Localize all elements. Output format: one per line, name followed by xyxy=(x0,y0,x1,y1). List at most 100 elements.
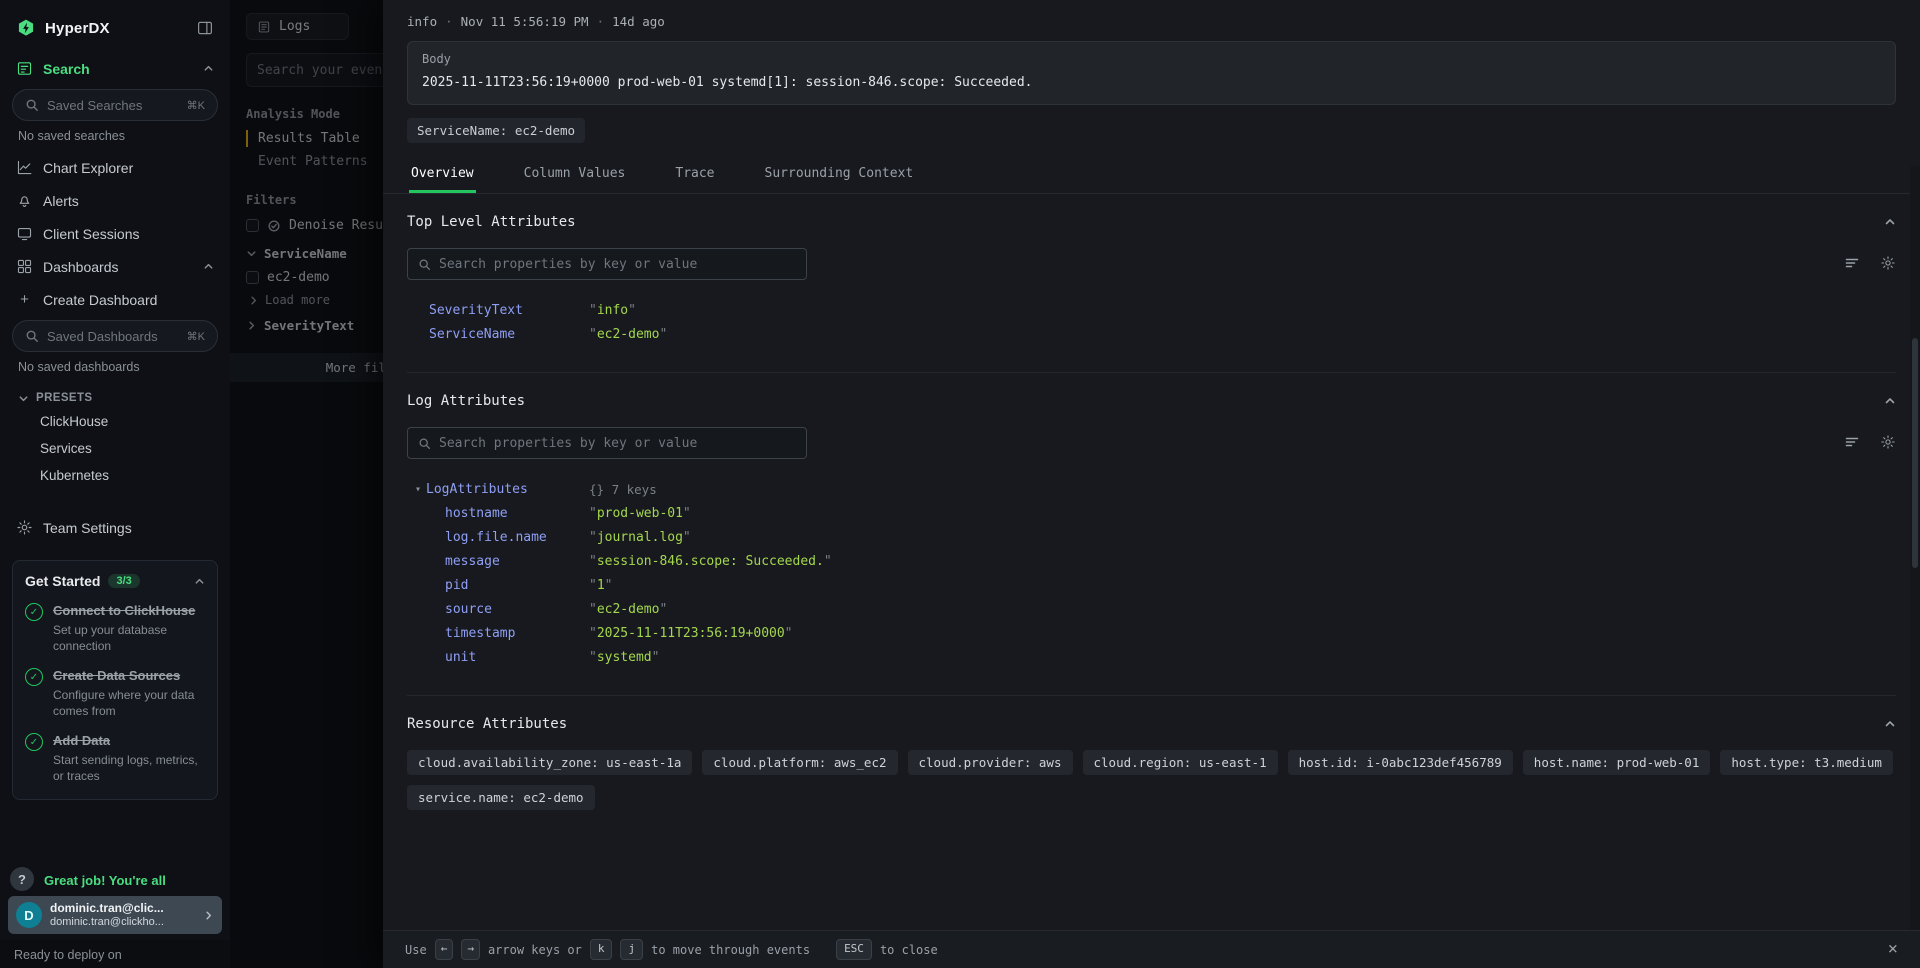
get-started-header[interactable]: Get Started 3/3 xyxy=(25,573,205,589)
property-search-placeholder: Search properties by key or value xyxy=(439,257,697,272)
attribute-key[interactable]: message xyxy=(407,554,589,569)
property-search-input[interactable]: Search properties by key or value xyxy=(407,427,807,459)
sidebar-item-alerts[interactable]: Alerts xyxy=(0,184,230,217)
search-icon xyxy=(418,437,431,450)
preset-item-services[interactable]: Services xyxy=(0,435,230,462)
sidebar-item-label: Team Settings xyxy=(43,520,132,536)
shortcut-badge: ⌘K xyxy=(187,99,205,112)
gear-icon[interactable] xyxy=(1880,255,1896,271)
attribute-value[interactable]: "session-846.scope: Succeeded." xyxy=(589,554,1896,569)
attribute-key[interactable]: SeverityText xyxy=(407,303,589,318)
service-name-chip[interactable]: ServiceName: ec2-demo xyxy=(407,118,585,143)
resource-chip[interactable]: service.name: ec2-demo xyxy=(407,785,595,810)
checkbox[interactable] xyxy=(246,271,259,284)
sidebar-item-client-sessions[interactable]: Client Sessions xyxy=(0,217,230,250)
drawer-footer: Use ← → arrow keys or k j to move throug… xyxy=(383,930,1920,968)
get-started-step-connect[interactable]: ✓ Connect to ClickHouse Set up your data… xyxy=(25,602,205,654)
tab-overview[interactable]: Overview xyxy=(409,155,476,193)
chevron-up-icon[interactable] xyxy=(1884,216,1896,228)
sidebar-item-label: Client Sessions xyxy=(43,226,140,242)
get-started-step-sources[interactable]: ✓ Create Data Sources Configure where yo… xyxy=(25,667,205,719)
event-body-text: 2025-11-11T23:56:19+0000 prod-web-01 sys… xyxy=(422,75,1881,90)
attribute-key[interactable]: unit xyxy=(407,650,589,665)
sidebar-item-chart-explorer[interactable]: Chart Explorer xyxy=(0,151,230,184)
attribute-value[interactable]: "systemd" xyxy=(589,650,1896,665)
monitor-icon xyxy=(16,225,33,242)
scrollbar-track[interactable] xyxy=(1910,166,1920,930)
gear-icon[interactable] xyxy=(1880,434,1896,450)
attribute-key[interactable]: log.file.name xyxy=(407,530,589,545)
tab-column-values[interactable]: Column Values xyxy=(522,155,628,193)
tab-trace[interactable]: Trace xyxy=(673,155,716,193)
checkbox[interactable] xyxy=(246,219,259,232)
attribute-value[interactable]: "2025-11-11T23:56:19+0000" xyxy=(589,626,1896,641)
attribute-value[interactable]: "info" xyxy=(589,303,1896,318)
sidebar: HyperDX Search Saved Searches ⌘K No save… xyxy=(0,0,230,968)
presets-section-header[interactable]: PRESETS xyxy=(0,382,230,408)
sidebar-item-search[interactable]: Search xyxy=(0,52,230,85)
sidebar-collapse-icon[interactable] xyxy=(196,19,214,37)
detail-sections: Top Level Attributes Search properties b… xyxy=(383,194,1920,836)
section-header[interactable]: Resource Attributes xyxy=(407,716,1896,732)
bell-icon xyxy=(16,192,33,209)
saved-searches-input[interactable]: Saved Searches ⌘K xyxy=(12,89,218,121)
sidebar-bottom: ? Great job! You're all D dominic.tran@c… xyxy=(0,871,230,968)
sidebar-item-label: Alerts xyxy=(43,193,79,209)
user-name: dominic.tran@clic... xyxy=(50,901,164,915)
tree-root-meta: {} 7 keys xyxy=(589,482,1896,497)
hyperdx-logo-icon xyxy=(16,18,36,38)
close-icon[interactable]: × xyxy=(1888,941,1898,958)
attribute-key[interactable]: timestamp xyxy=(407,626,589,641)
chevron-up-icon[interactable] xyxy=(1884,718,1896,730)
section-header[interactable]: Log Attributes xyxy=(407,393,1896,409)
shortcut-badge: ⌘K xyxy=(187,330,205,343)
sort-lines-icon[interactable] xyxy=(1844,434,1860,450)
event-tag-row: ServiceName: ec2-demo xyxy=(407,118,1896,143)
no-saved-searches-note: No saved searches xyxy=(0,123,230,151)
get-started-step-add-data[interactable]: ✓ Add Data Start sending logs, metrics, … xyxy=(25,732,205,784)
property-search-input[interactable]: Search properties by key or value xyxy=(407,248,807,280)
separator-dot: · xyxy=(445,14,453,29)
preset-item-kubernetes[interactable]: Kubernetes xyxy=(0,462,230,489)
attribute-value[interactable]: "ec2-demo" xyxy=(589,327,1896,342)
search-icon xyxy=(418,258,431,271)
footer-move-text: to move through events xyxy=(651,943,810,957)
sidebar-item-label: Search xyxy=(43,61,90,77)
section-header[interactable]: Top Level Attributes xyxy=(407,214,1896,230)
attribute-row: source "ec2-demo" xyxy=(407,597,1896,621)
resource-chip[interactable]: cloud.provider: aws xyxy=(908,750,1073,775)
resource-chip[interactable]: host.name: prod-web-01 xyxy=(1523,750,1711,775)
saved-dashboards-placeholder: Saved Dashboards xyxy=(47,329,158,344)
event-detail-body: info · Nov 11 5:56:19 PM · 14d ago Body … xyxy=(383,0,1920,930)
create-dashboard-button[interactable]: + Create Dashboard xyxy=(0,283,230,316)
attribute-value[interactable]: "ec2-demo" xyxy=(589,602,1896,617)
tree-root-toggle[interactable]: ▾ LogAttributes xyxy=(407,482,589,497)
scrollbar-thumb[interactable] xyxy=(1912,338,1918,568)
attribute-key[interactable]: source xyxy=(407,602,589,617)
attribute-value[interactable]: "1" xyxy=(589,578,1896,593)
app-title: HyperDX xyxy=(45,20,110,37)
resource-chip[interactable]: cloud.platform: aws_ec2 xyxy=(702,750,897,775)
attribute-key[interactable]: pid xyxy=(407,578,589,593)
saved-dashboards-input[interactable]: Saved Dashboards ⌘K xyxy=(12,320,218,352)
user-menu[interactable]: D dominic.tran@clic... dominic.tran@clic… xyxy=(8,896,222,934)
resource-chip[interactable]: cloud.region: us-east-1 xyxy=(1083,750,1278,775)
attribute-value[interactable]: "prod-web-01" xyxy=(589,506,1896,521)
chevron-up-icon[interactable] xyxy=(1884,395,1896,407)
j-key: j xyxy=(620,939,643,960)
arrow-right-key: → xyxy=(461,939,480,960)
attribute-key[interactable]: ServiceName xyxy=(407,327,589,342)
event-timestamp: Nov 11 5:56:19 PM xyxy=(461,14,589,29)
logs-source-icon xyxy=(257,20,271,34)
resource-chip[interactable]: cloud.availability_zone: us-east-1a xyxy=(407,750,692,775)
preset-item-clickhouse[interactable]: ClickHouse xyxy=(0,408,230,435)
source-selector[interactable]: Logs xyxy=(246,13,349,40)
attribute-key[interactable]: hostname xyxy=(407,506,589,521)
sidebar-item-team-settings[interactable]: Team Settings xyxy=(0,511,230,544)
tab-surrounding-context[interactable]: Surrounding Context xyxy=(763,155,916,193)
sort-lines-icon[interactable] xyxy=(1844,255,1860,271)
attribute-value[interactable]: "journal.log" xyxy=(589,530,1896,545)
resource-chip[interactable]: host.type: t3.medium xyxy=(1720,750,1893,775)
resource-chip[interactable]: host.id: i-0abc123def456789 xyxy=(1288,750,1513,775)
sidebar-item-dashboards[interactable]: Dashboards xyxy=(0,250,230,283)
